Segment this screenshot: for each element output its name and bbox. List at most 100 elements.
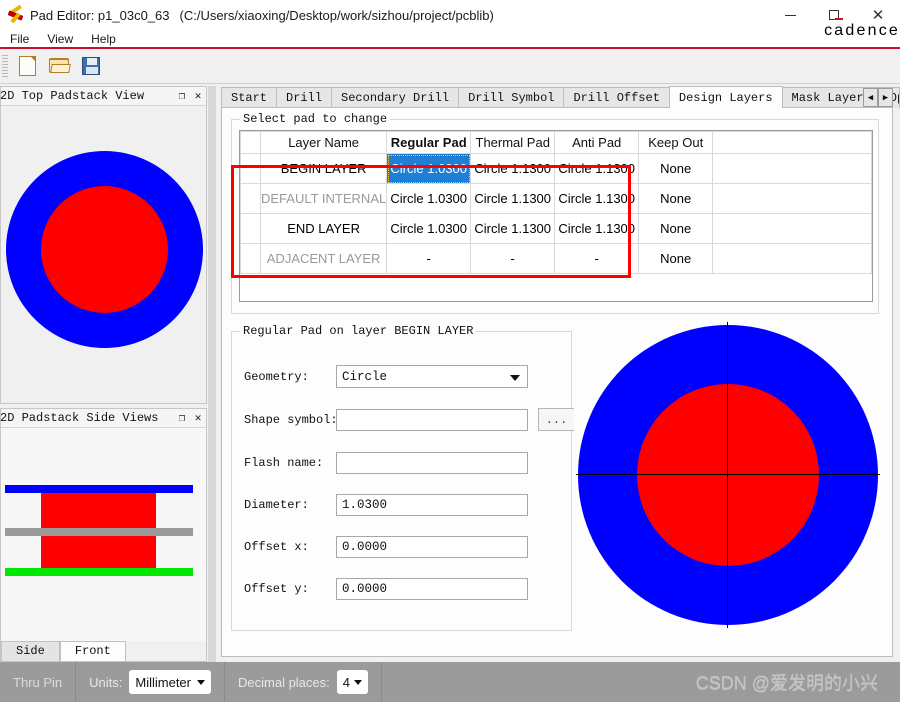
- cell-filler: [712, 183, 872, 214]
- drill-inner-circle: [41, 186, 168, 313]
- field-diameter-row: Diameter:: [244, 494, 528, 516]
- label-diameter: Diameter:: [244, 498, 309, 512]
- offset-y-input[interactable]: [336, 578, 528, 600]
- panel-float-icon-side[interactable]: ❐: [174, 411, 190, 425]
- pad-editor-window: Pad Editor: p1_03c0_63 (C:/Users/xiaoxin…: [0, 0, 900, 702]
- cell-anti-pad[interactable]: Circle 1.1300: [554, 213, 640, 244]
- shape-symbol-input[interactable]: [336, 408, 528, 431]
- geometry-select[interactable]: Circle: [336, 365, 528, 388]
- label-units: Units:: [89, 674, 123, 690]
- menu-help[interactable]: Help: [83, 31, 124, 47]
- row-selector-adjacent[interactable]: [240, 243, 261, 274]
- open-file-button[interactable]: [44, 52, 74, 80]
- tab-drill-symbol[interactable]: Drill Symbol: [458, 87, 565, 108]
- tab-drill[interactable]: Drill: [276, 87, 333, 108]
- cell-keep-out[interactable]: None: [638, 183, 714, 214]
- preview-crosshair-vertical: [727, 322, 728, 628]
- chevron-down-icon: [354, 680, 362, 685]
- table-row[interactable]: END LAYER Circle 1.0300 Circle 1.1300 Ci…: [240, 213, 872, 244]
- panel-2d-padstack-side-views: 2D Padstack Side Views ❐ ✕ Side Front: [0, 408, 207, 662]
- tab-design-layers[interactable]: Design Layers: [668, 86, 783, 108]
- close-icon: ✕: [871, 6, 885, 24]
- side-views-canvas[interactable]: Side Front: [1, 428, 206, 661]
- col-header-regular-pad[interactable]: Regular Pad: [386, 131, 472, 154]
- menu-view[interactable]: View: [39, 31, 81, 47]
- cell-thermal-pad[interactable]: Circle 1.1300: [470, 153, 556, 184]
- tab-scroll-left-button[interactable]: ◀: [863, 88, 878, 107]
- col-header-filler: [712, 131, 872, 154]
- cell-regular-pad[interactable]: -: [386, 243, 472, 274]
- col-header-anti-pad[interactable]: Anti Pad: [554, 131, 640, 154]
- open-folder-icon: [49, 58, 71, 74]
- design-layers-page: Select pad to change Layer Name Regular …: [221, 107, 893, 657]
- units-select[interactable]: Millimeter: [129, 670, 211, 694]
- panel-close-icon[interactable]: ✕: [190, 89, 206, 103]
- end-layer-bar: [5, 568, 193, 576]
- cell-layer-name: BEGIN LAYER: [259, 153, 388, 184]
- cell-filler: [712, 213, 872, 244]
- regular-pad-detail-group: Regular Pad on layer BEGIN LAYER Geometr…: [231, 324, 575, 631]
- cell-thermal-pad[interactable]: -: [470, 243, 556, 274]
- toolbar-grip[interactable]: [2, 55, 8, 77]
- cell-keep-out[interactable]: None: [638, 243, 714, 274]
- field-offset-y-row: Offset y:: [244, 578, 528, 600]
- tab-start[interactable]: Start: [221, 87, 278, 108]
- cell-thermal-pad[interactable]: Circle 1.1300: [470, 183, 556, 214]
- col-header-keep-out[interactable]: Keep Out: [638, 131, 714, 154]
- cell-filler: [712, 243, 872, 274]
- cell-layer-name: DEFAULT INTERNAL: [259, 183, 388, 214]
- toolbar: [0, 49, 900, 84]
- flash-name-input[interactable]: [336, 452, 528, 474]
- select-pad-group: Select pad to change Layer Name Regular …: [231, 112, 879, 314]
- offset-x-input[interactable]: [336, 536, 528, 558]
- row-selector-default-internal[interactable]: [240, 183, 261, 214]
- pad-layer-table-container[interactable]: Layer Name Regular Pad Thermal Pad Anti …: [239, 130, 873, 302]
- new-file-button[interactable]: [12, 52, 42, 80]
- dock-splitter[interactable]: [208, 86, 216, 662]
- preview-regular-pad-circle: [637, 384, 819, 566]
- label-decimal-places: Decimal places:: [238, 674, 330, 690]
- chevron-down-icon: [197, 680, 205, 685]
- shape-symbol-browse-button[interactable]: ...: [538, 408, 575, 431]
- panel-float-icon[interactable]: ❐: [174, 89, 190, 103]
- table-header-row: Layer Name Regular Pad Thermal Pad Anti …: [240, 131, 872, 154]
- cell-anti-pad[interactable]: -: [554, 243, 640, 274]
- tab-drill-offset[interactable]: Drill Offset: [563, 87, 670, 108]
- cell-thermal-pad[interactable]: Circle 1.1300: [470, 213, 556, 244]
- row-selector-begin[interactable]: [240, 153, 261, 184]
- col-header-layer-name[interactable]: Layer Name: [259, 131, 388, 154]
- table-row[interactable]: ADJACENT LAYER - - - None: [240, 243, 872, 274]
- cell-regular-pad[interactable]: Circle 1.0300: [386, 153, 472, 184]
- label-shape-symbol: Shape symbol:: [244, 412, 338, 427]
- table-row[interactable]: BEGIN LAYER Circle 1.0300 Circle 1.1300 …: [240, 153, 872, 184]
- panel-2d-top-padstack-view: 2D Top Padstack View ❐ ✕: [0, 86, 207, 404]
- col-header-select: [240, 131, 261, 154]
- cell-anti-pad[interactable]: Circle 1.1300: [554, 153, 640, 184]
- minimize-button[interactable]: [768, 0, 812, 30]
- tab-front[interactable]: Front: [59, 641, 126, 661]
- diameter-input[interactable]: [336, 494, 528, 516]
- status-pad-type: Thru Pin: [0, 662, 77, 702]
- cell-anti-pad[interactable]: Circle 1.1300: [554, 183, 640, 214]
- row-selector-end[interactable]: [240, 213, 261, 244]
- top-padstack-canvas[interactable]: [1, 106, 206, 403]
- menu-file[interactable]: File: [2, 31, 37, 47]
- cell-keep-out[interactable]: None: [638, 213, 714, 244]
- panel-close-icon-side[interactable]: ✕: [190, 411, 206, 425]
- title-bar: Pad Editor: p1_03c0_63 (C:/Users/xiaoxin…: [0, 0, 900, 30]
- decimal-places-select[interactable]: 4: [336, 670, 368, 694]
- cell-keep-out[interactable]: None: [638, 153, 714, 184]
- tab-secondary-drill[interactable]: Secondary Drill: [331, 87, 460, 108]
- col-header-thermal-pad[interactable]: Thermal Pad: [470, 131, 556, 154]
- panel-title-top-padstack: 2D Top Padstack View: [0, 89, 145, 103]
- pad-preview-canvas[interactable]: [574, 319, 890, 639]
- table-row[interactable]: DEFAULT INTERNAL Circle 1.0300 Circle 1.…: [240, 183, 872, 214]
- main-content: Start Drill Secondary Drill Drill Symbol…: [216, 86, 900, 662]
- cell-regular-pad[interactable]: Circle 1.0300: [386, 183, 472, 214]
- cell-regular-pad[interactable]: Circle 1.0300: [386, 213, 472, 244]
- tab-scroll-right-button[interactable]: ▶: [878, 88, 893, 107]
- status-decimal-group: Decimal places: 4: [225, 662, 382, 702]
- watermark-text: CSDN @爱发明的小兴: [695, 673, 878, 693]
- tab-side[interactable]: Side: [1, 641, 60, 661]
- save-file-button[interactable]: [76, 52, 106, 80]
